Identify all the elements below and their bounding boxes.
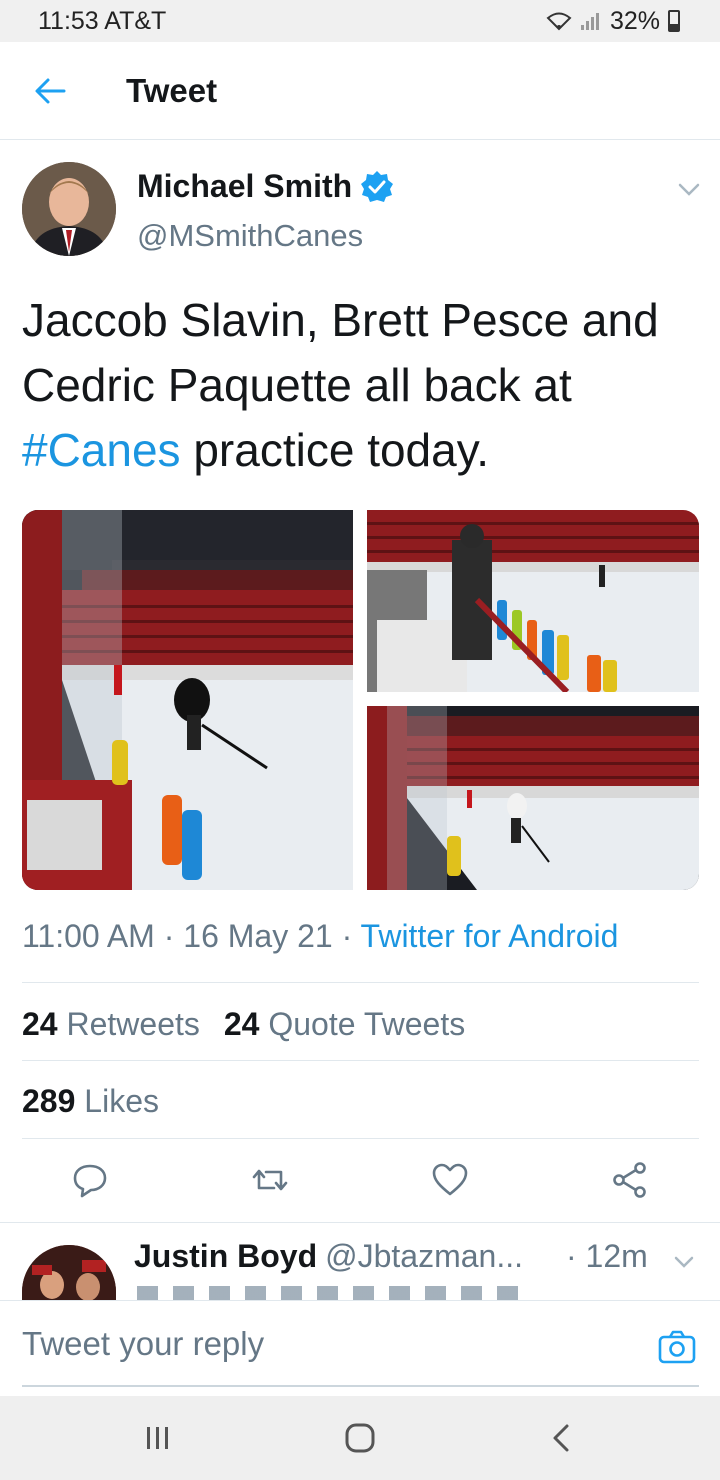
media-photo-3[interactable] [367,706,699,890]
hashtag-link[interactable]: #Canes [22,424,181,476]
rink-photo-1 [22,510,353,890]
tweet-text-part2: practice today. [180,424,490,476]
status-time: 11:53 AT&T [38,6,167,35]
page-title: Tweet [126,71,218,109]
rink-photo-2 [367,510,699,692]
likes-count: 289 [22,1083,76,1119]
quotes-count: 24 [223,1006,260,1042]
retweets-stat[interactable]: 24 Retweets [22,1006,200,1043]
recent-apps-icon[interactable] [138,1418,178,1458]
tweet-options-chevron-icon[interactable] [676,176,702,202]
quotes-label: Quote Tweets [268,1006,466,1042]
retweets-label: Retweets [66,1006,200,1042]
reply-text-clipped [134,1286,524,1300]
tweet-text-part1: Jaccob Slavin, Brett Pesce and Cedric Pa… [22,294,659,411]
retweets-count: 24 [22,1006,58,1042]
verified-badge-icon [361,170,394,202]
battery-percent: 32% [609,6,660,35]
reply-composer [0,1300,720,1396]
tweet-source-link[interactable]: Twitter for Android [361,918,619,954]
divider [22,1060,699,1061]
tweet-timestamp: 11:00 AM · 16 May 21 · Twitter for Andro… [22,918,619,954]
divider [22,1138,699,1139]
author-name-row: Michael Smith [137,168,394,205]
system-nav-bar [0,1396,720,1480]
status-icons: 32% [546,7,680,36]
tweet-date: 16 May 21 [183,918,333,954]
reply-icon[interactable] [70,1160,110,1200]
signal-icon [580,13,599,30]
reply-options-chevron-icon[interactable] [672,1250,696,1274]
author-handle[interactable]: @MSmithCanes [137,218,363,254]
reply-avatar-image [22,1245,116,1300]
back-nav-icon[interactable] [542,1418,582,1458]
author-avatar-image [22,162,116,256]
reply-author-handle: @Jbtazman... [325,1238,524,1274]
camera-icon[interactable] [658,1329,696,1365]
share-icon[interactable] [610,1160,650,1200]
engagement-stats: 24 Retweets 24 Quote Tweets [22,1006,465,1043]
back-button[interactable] [0,42,100,140]
likes-row: 289 Likes [22,1083,159,1120]
reply-input[interactable] [22,1319,642,1369]
divider [22,982,699,983]
tweet-time: 11:00 AM [22,918,155,954]
quote-tweets-stat[interactable]: 24 Quote Tweets [224,1006,465,1043]
reply-avatar[interactable] [22,1245,116,1300]
tweet-actions [0,1150,720,1212]
tweet-text: Jaccob Slavin, Brett Pesce and Cedric Pa… [22,288,702,483]
back-arrow-icon [35,78,66,103]
author-name[interactable]: Michael Smith [137,168,352,205]
battery-icon [668,10,680,32]
media-grid[interactable] [22,510,699,890]
reply-author-row[interactable]: Justin Boyd @Jbtazman... [134,1238,523,1275]
wifi-icon [546,12,572,31]
home-icon[interactable] [340,1418,380,1458]
media-photo-1[interactable] [22,510,353,890]
like-heart-icon[interactable] [430,1160,470,1200]
app-header: Tweet [0,42,720,140]
reply-timestamp: · 12m [566,1238,648,1274]
divider [0,1222,720,1223]
reply-author-name: Justin Boyd [134,1238,318,1274]
retweet-icon[interactable] [250,1160,290,1200]
composer-underline [22,1385,699,1387]
likes-stat[interactable]: 289 Likes [22,1083,159,1120]
status-bar: 11:53 AT&T 32% [0,0,720,42]
media-photo-2[interactable] [367,510,699,692]
author-avatar[interactable] [22,162,116,256]
rink-photo-3 [367,706,699,890]
likes-label: Likes [84,1083,159,1119]
